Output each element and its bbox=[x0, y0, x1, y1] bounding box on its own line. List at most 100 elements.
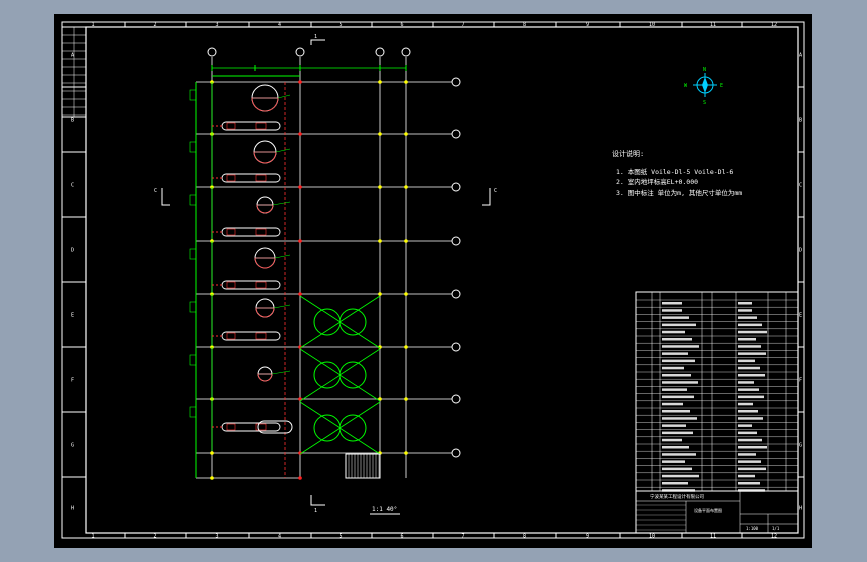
parts-text-line bbox=[738, 453, 756, 456]
parts-text-line bbox=[662, 417, 697, 420]
title-company: 宁波某某工程设计有限公司 bbox=[650, 493, 704, 500]
axis-node bbox=[378, 292, 382, 296]
axis-node bbox=[404, 239, 408, 243]
col-label-top: 5 bbox=[340, 22, 343, 28]
row-label-right: H bbox=[799, 506, 802, 512]
row-label-left: C bbox=[71, 183, 74, 189]
parts-text-line bbox=[662, 460, 685, 463]
col-label-top: 6 bbox=[401, 22, 404, 28]
col-label-top: 1 bbox=[92, 22, 95, 28]
row-label-right: E bbox=[799, 313, 802, 319]
row-label-left: E bbox=[71, 313, 74, 319]
col-label-bottom: 9 bbox=[586, 534, 589, 540]
col-label-top: 2 bbox=[154, 22, 157, 28]
col-label-top: 9 bbox=[586, 22, 589, 28]
sheet-background bbox=[54, 14, 812, 548]
parts-text-line bbox=[738, 381, 754, 384]
parts-text-line bbox=[662, 431, 693, 435]
row-label-right: G bbox=[799, 443, 802, 449]
parts-text-line bbox=[738, 338, 756, 341]
col-label-bottom: 3 bbox=[216, 534, 219, 540]
axis-node bbox=[404, 451, 408, 455]
parts-text-line bbox=[738, 366, 760, 370]
note-line-2: 2. 室内地坪标高EL+0.000 bbox=[616, 177, 698, 186]
parts-text-line bbox=[738, 374, 765, 377]
parts-text-line bbox=[662, 330, 685, 334]
parts-text-line bbox=[662, 402, 683, 406]
parts-text-line bbox=[738, 302, 752, 305]
note-line-1: 1. 本图纸 Voile-Dl-5 Voile-Dl-6 bbox=[616, 167, 733, 176]
plan-caption: 1:1 40° bbox=[372, 506, 397, 513]
axis-node bbox=[298, 292, 302, 296]
axis-node bbox=[298, 80, 302, 84]
col-label-bottom: 7 bbox=[462, 534, 465, 540]
parts-text-line bbox=[662, 410, 690, 413]
axis-node bbox=[298, 239, 302, 243]
col-label-bottom: 11 bbox=[710, 534, 716, 540]
parts-text-line bbox=[662, 467, 692, 471]
row-label-left: D bbox=[71, 248, 74, 254]
parts-text-line bbox=[738, 431, 757, 435]
parts-text-line bbox=[662, 323, 696, 327]
notes-title: 设计说明: bbox=[612, 149, 644, 158]
row-label-right: C bbox=[799, 183, 802, 189]
parts-text-line bbox=[662, 316, 689, 319]
axis-node bbox=[210, 451, 214, 455]
parts-text-line bbox=[662, 424, 686, 427]
parts-text-line bbox=[738, 417, 763, 420]
row-label-right: D bbox=[799, 248, 802, 254]
row-label-left: H bbox=[71, 506, 74, 512]
parts-text-line bbox=[662, 446, 689, 449]
parts-text-line bbox=[662, 482, 688, 485]
parts-text-line bbox=[738, 424, 752, 427]
col-label-top: 12 bbox=[771, 22, 777, 28]
row-label-right: B bbox=[799, 118, 802, 124]
col-label-bottom: 6 bbox=[401, 534, 404, 540]
title-drawing-name: 设备平面布置图 bbox=[694, 507, 722, 513]
col-label-top: 3 bbox=[216, 22, 219, 28]
parts-text-line bbox=[738, 345, 761, 348]
compass-s: S bbox=[703, 100, 706, 106]
axis-node bbox=[298, 132, 302, 136]
parts-text-line bbox=[738, 460, 761, 463]
axis-node bbox=[404, 185, 408, 189]
parts-text-line bbox=[662, 309, 682, 312]
axis-node bbox=[404, 397, 408, 401]
parts-text-line bbox=[738, 482, 760, 485]
parts-text-line bbox=[738, 388, 759, 391]
col-label-bottom: 10 bbox=[649, 534, 655, 540]
parts-text-line bbox=[738, 316, 757, 319]
axis-node bbox=[404, 292, 408, 296]
col-label-bottom: 4 bbox=[278, 534, 281, 540]
row-label-right: F bbox=[799, 378, 802, 384]
axis-node bbox=[378, 239, 382, 243]
parts-text-line bbox=[662, 388, 687, 391]
row-label-left: F bbox=[71, 378, 74, 384]
parts-text-line bbox=[662, 474, 699, 478]
section-mark-right: C bbox=[494, 188, 497, 194]
parts-text-line bbox=[738, 402, 753, 406]
col-label-bottom: 12 bbox=[771, 534, 777, 540]
row-label-left: G bbox=[71, 443, 74, 449]
title-scale: 1:100 bbox=[746, 526, 759, 531]
parts-text-line bbox=[662, 302, 682, 305]
axis-node bbox=[378, 132, 382, 136]
col-label-bottom: 2 bbox=[154, 534, 157, 540]
parts-text-line bbox=[738, 359, 755, 363]
compass-n: N bbox=[703, 67, 706, 73]
parts-text-line bbox=[738, 474, 755, 478]
parts-text-line bbox=[738, 410, 758, 413]
axis-node bbox=[298, 185, 302, 189]
col-label-bottom: 5 bbox=[340, 534, 343, 540]
parts-text-line bbox=[738, 446, 767, 449]
axis-node bbox=[404, 345, 408, 349]
row-label-left: B bbox=[71, 118, 74, 124]
col-label-top: 4 bbox=[278, 22, 281, 28]
row-label-left: A bbox=[71, 53, 74, 59]
axis-node bbox=[378, 80, 382, 84]
parts-text-line bbox=[738, 395, 764, 399]
axis-node bbox=[404, 132, 408, 136]
section-mark-left: C bbox=[154, 188, 157, 194]
axis-node bbox=[210, 476, 214, 480]
parts-text-line bbox=[738, 467, 766, 471]
